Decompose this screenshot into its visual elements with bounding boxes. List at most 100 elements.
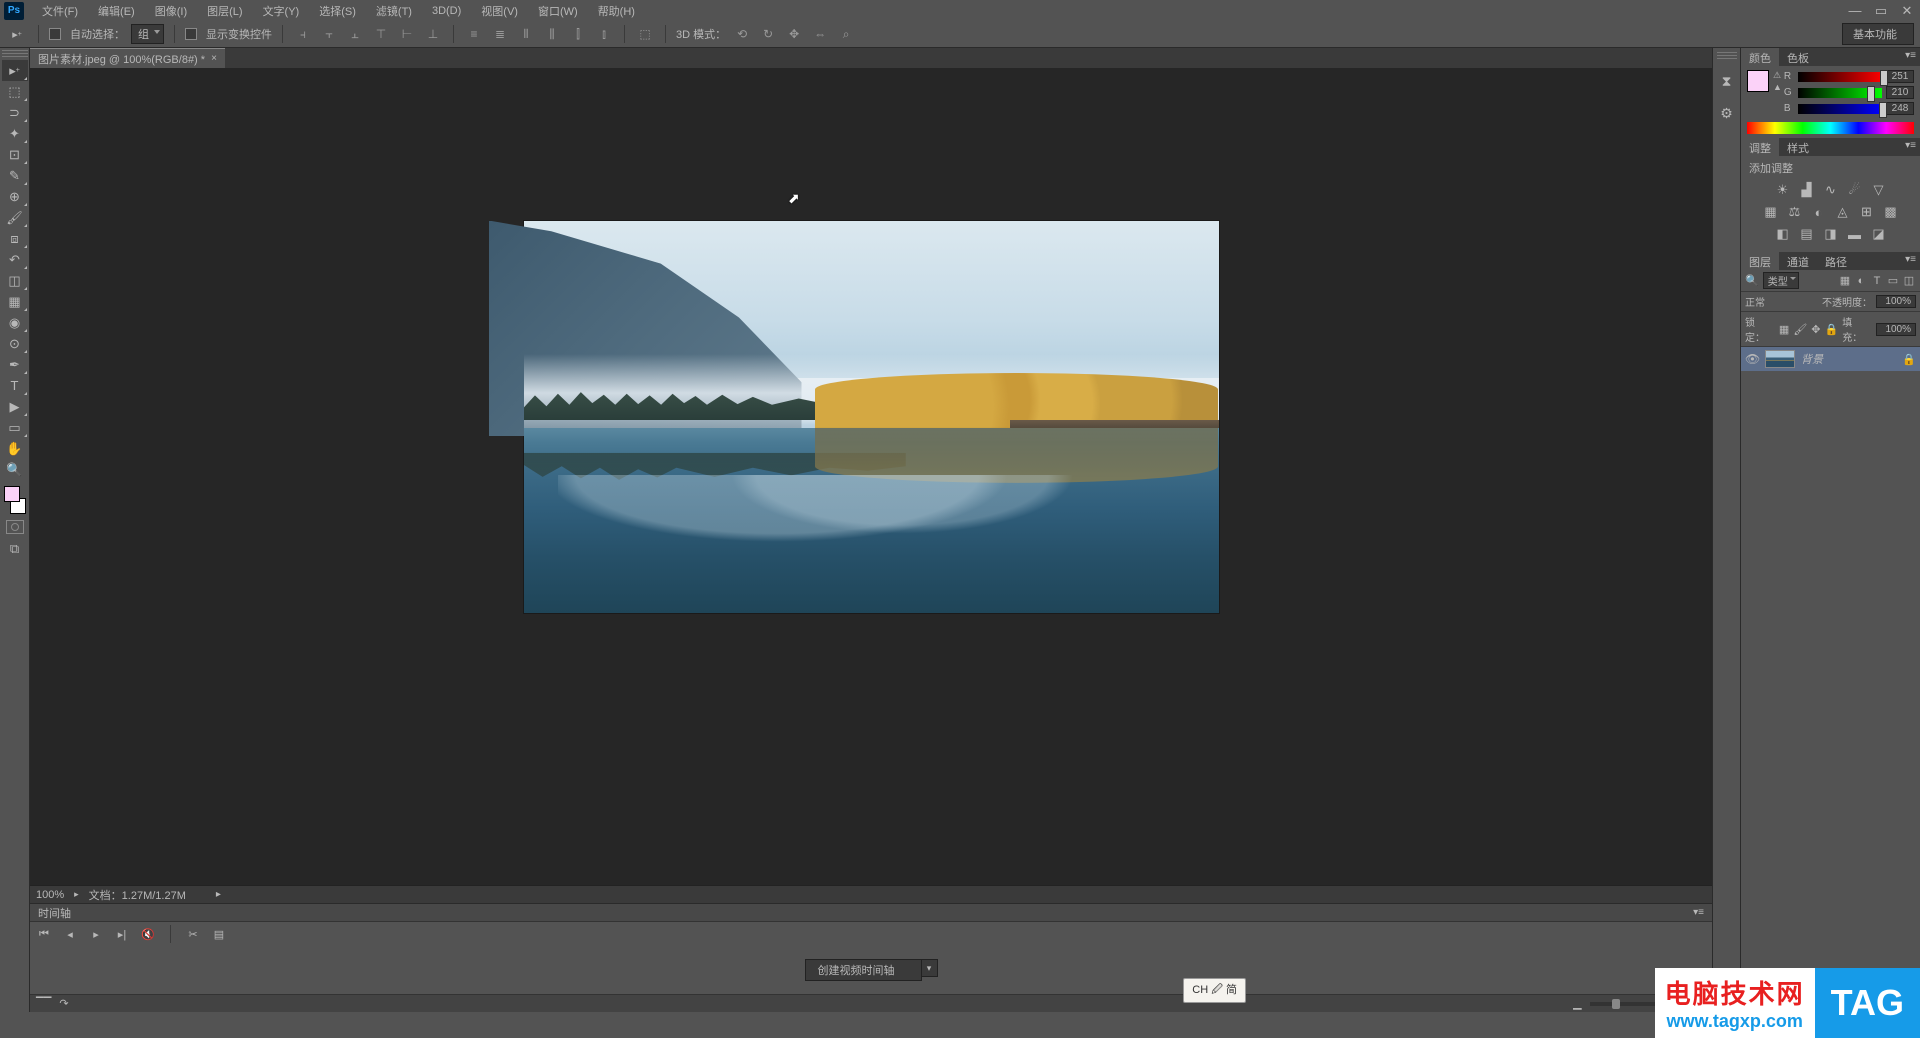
tab-layers[interactable]: 图层 (1741, 252, 1779, 270)
zoom-tool[interactable]: 🔍 (2, 459, 28, 480)
minimize-button[interactable]: — (1842, 1, 1868, 21)
selective-color-icon[interactable]: ◪ (1870, 226, 1888, 242)
filter-type-icon[interactable]: T (1870, 274, 1884, 288)
properties-panel-icon[interactable]: ⚙ (1716, 102, 1738, 124)
invert-icon[interactable]: ◧ (1774, 226, 1792, 242)
filter-smart-icon[interactable]: ◫ (1902, 274, 1916, 288)
threshold-icon[interactable]: ◨ (1822, 226, 1840, 242)
g-slider[interactable] (1798, 88, 1882, 98)
posterize-icon[interactable]: ▤ (1798, 226, 1816, 242)
menu-layer[interactable]: 图层(L) (197, 1, 252, 21)
brightness-icon[interactable]: ☀ (1774, 182, 1792, 198)
distribute-5-icon[interactable]: ⫿ (568, 24, 588, 44)
distribute-4-icon[interactable]: ⫼ (542, 24, 562, 44)
history-brush-tool[interactable]: ↶ (2, 249, 28, 270)
panel-handle[interactable] (2, 50, 28, 58)
tab-adjustments[interactable]: 调整 (1741, 138, 1779, 156)
zoom-menu-icon[interactable]: ▸ (74, 889, 79, 900)
quick-mask-toggle[interactable] (6, 520, 24, 534)
exposure-icon[interactable]: ☄ (1846, 182, 1864, 198)
screen-mode-toggle[interactable]: ⧉ (2, 538, 28, 559)
healing-tool[interactable]: ⊕ (2, 186, 28, 207)
menu-filter[interactable]: 滤镜(T) (366, 1, 422, 21)
foreground-color[interactable] (4, 486, 20, 502)
panel-menu-icon[interactable]: ▾≡ (1693, 907, 1704, 918)
auto-select-checkbox[interactable] (49, 28, 61, 40)
layer-thumbnail[interactable] (1765, 350, 1795, 368)
filter-pixel-icon[interactable]: ▦ (1838, 274, 1852, 288)
auto-select-dropdown[interactable]: 组 (131, 24, 164, 44)
panel-menu-icon[interactable]: ▾≡ (1901, 252, 1920, 270)
show-transform-checkbox[interactable] (185, 28, 197, 40)
menu-3d[interactable]: 3D(D) (422, 3, 471, 19)
vibrance-icon[interactable]: ▽ (1870, 182, 1888, 198)
type-tool[interactable]: T (2, 375, 28, 396)
b-value[interactable]: 248 (1886, 102, 1914, 115)
distribute-1-icon[interactable]: ≡ (464, 24, 484, 44)
menu-type[interactable]: 文字(Y) (253, 1, 310, 21)
opacity-field[interactable]: 100% (1876, 295, 1916, 308)
menu-select[interactable]: 选择(S) (309, 1, 366, 21)
color-balance-icon[interactable]: ⚖ (1786, 204, 1804, 220)
distribute-3-icon[interactable]: ⫴ (516, 24, 536, 44)
lock-transparent-icon[interactable]: ▦ (1779, 323, 1789, 336)
lock-position-icon[interactable]: ✥ (1811, 323, 1820, 336)
panel-menu-icon[interactable]: ▾≡ (1901, 48, 1920, 66)
hand-tool[interactable]: ✋ (2, 438, 28, 459)
history-panel-icon[interactable]: ⧗ (1716, 70, 1738, 92)
menu-window[interactable]: 窗口(W) (528, 1, 588, 21)
3d-roll-icon[interactable]: ↻ (758, 24, 778, 44)
align-bottom-icon[interactable]: ⊥ (423, 24, 443, 44)
photo-filter-icon[interactable]: ◬ (1834, 204, 1852, 220)
create-timeline-dropdown[interactable]: ▾ (922, 959, 938, 977)
audio-icon[interactable]: 🔇 (140, 926, 156, 942)
3d-pan-icon[interactable]: ✥ (784, 24, 804, 44)
align-hcenter-icon[interactable]: ⫟ (319, 24, 339, 44)
3d-icon[interactable]: ⬚ (635, 24, 655, 44)
stamp-tool[interactable]: ⧈ (2, 228, 28, 249)
color-lookup-icon[interactable]: ▩ (1882, 204, 1900, 220)
filter-shape-icon[interactable]: ▭ (1886, 274, 1900, 288)
hue-sat-icon[interactable]: ▦ (1762, 204, 1780, 220)
tab-swatches[interactable]: 色板 (1779, 48, 1817, 66)
panel-handle[interactable] (1717, 52, 1737, 60)
split-icon[interactable]: ✂ (185, 926, 201, 942)
timeline-convert-icon[interactable]: ↷ (59, 997, 68, 1010)
canvas-viewport[interactable]: ⬈ (30, 68, 1712, 885)
lasso-tool[interactable]: ⊃ (2, 102, 28, 123)
eyedropper-tool[interactable]: ✎ (2, 165, 28, 186)
visibility-toggle-icon[interactable]: 👁 (1745, 352, 1759, 366)
blend-mode-dropdown[interactable]: 正常 (1745, 294, 1818, 309)
move-tool[interactable]: ▸+ (2, 60, 28, 81)
fill-field[interactable]: 100% (1876, 323, 1916, 336)
crop-tool[interactable]: ⊡ (2, 144, 28, 165)
tab-paths[interactable]: 路径 (1817, 252, 1855, 270)
lock-pixels-icon[interactable]: 🖌 (1793, 323, 1807, 336)
path-select-tool[interactable]: ▶ (2, 396, 28, 417)
next-frame-icon[interactable]: ▸| (114, 926, 130, 942)
timeline-zoom-out-icon[interactable]: ▔▔ (36, 998, 51, 1009)
channel-mixer-icon[interactable]: ⊞ (1858, 204, 1876, 220)
3d-slide-icon[interactable]: ⇔ (810, 24, 830, 44)
prev-frame-icon[interactable]: ◂ (62, 926, 78, 942)
tab-channels[interactable]: 通道 (1779, 252, 1817, 270)
play-icon[interactable]: ▸ (88, 926, 104, 942)
current-color-swatch[interactable] (1747, 70, 1769, 92)
menu-view[interactable]: 视图(V) (471, 1, 528, 21)
align-vcenter-icon[interactable]: ⊢ (397, 24, 417, 44)
3d-orbit-icon[interactable]: ⟲ (732, 24, 752, 44)
close-button[interactable]: ✕ (1894, 1, 1920, 21)
menu-file[interactable]: 文件(F) (32, 1, 88, 21)
lock-all-icon[interactable]: 🔒 (1825, 323, 1839, 336)
color-swatches[interactable] (2, 486, 28, 514)
first-frame-icon[interactable]: ⏮ (36, 926, 52, 942)
current-tool-icon[interactable]: ▸+ (6, 24, 28, 44)
dodge-tool[interactable]: ⊙ (2, 333, 28, 354)
transition-icon[interactable]: ▤ (211, 926, 227, 942)
r-value[interactable]: 251 (1886, 70, 1914, 83)
quick-select-tool[interactable]: ✦ (2, 123, 28, 144)
layer-name[interactable]: 背景 (1801, 351, 1896, 367)
align-right-icon[interactable]: ⫠ (345, 24, 365, 44)
tab-color[interactable]: 颜色 (1741, 48, 1779, 66)
create-video-timeline-button[interactable]: 创建视频时间轴 (805, 959, 922, 981)
